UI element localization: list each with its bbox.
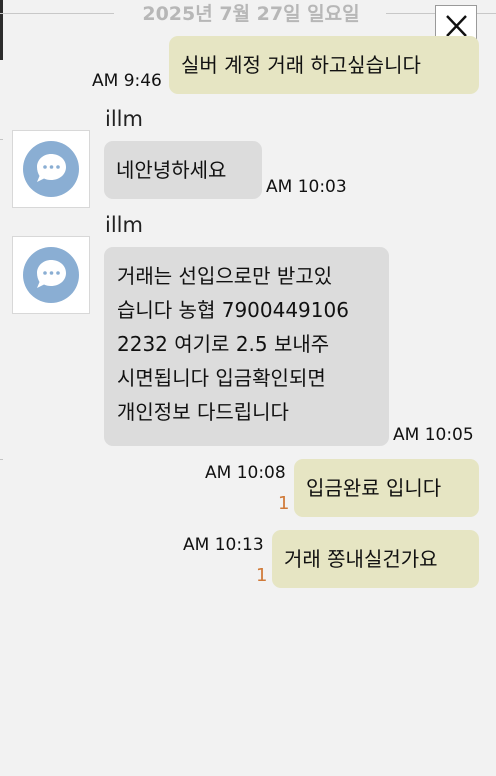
- message-timestamp: AM 9:46: [92, 71, 162, 91]
- left-edge-tick: [0, 459, 3, 460]
- left-edge-tick: [0, 139, 3, 140]
- message-text-line: 2232 여기로 2.5 보내주: [117, 332, 330, 356]
- message-bubble-outgoing[interactable]: 거래 쫑내실건가요: [272, 530, 479, 588]
- message-timestamp: AM 10:13: [183, 535, 264, 555]
- message-text-line: 시면됩니다 입금확인되면: [117, 366, 326, 390]
- sender-avatar[interactable]: [12, 236, 90, 314]
- message-text-line: 개인정보 다드립니다: [117, 400, 289, 424]
- sender-name: illm: [105, 213, 143, 237]
- unread-count: 1: [256, 565, 268, 586]
- message-timestamp: AM 10:08: [205, 463, 286, 483]
- date-divider-label: 2025년 7월 27일 일요일: [142, 3, 360, 25]
- message-text-line: 거래는 선입으로만 받고있: [117, 264, 333, 288]
- unread-count: 1: [278, 493, 290, 514]
- sender-name: illm: [105, 107, 143, 131]
- message-bubble-incoming[interactable]: 네안녕하세요: [104, 141, 262, 199]
- message-text: 거래 쫑내실건가요: [284, 547, 438, 571]
- message-bubble-incoming[interactable]: 거래는 선입으로만 받고있 습니다 농협 7900449106 2232 여기로…: [104, 247, 389, 446]
- speech-bubble-icon: [23, 141, 79, 197]
- sender-avatar[interactable]: [12, 130, 90, 208]
- speech-bubble-icon: [23, 247, 79, 303]
- message-bubble-outgoing[interactable]: 실버 계정 거래 하고싶습니다: [169, 36, 479, 94]
- message-timestamp: AM 10:05: [393, 425, 474, 445]
- chat-window: 2025년 7월 27일 일요일 실버 계정 거래 하고싶습니다 AM 9:46…: [0, 0, 496, 776]
- message-text: 네안녕하세요: [116, 158, 227, 182]
- message-timestamp: AM 10:03: [266, 177, 347, 197]
- message-text: 입금완료 입니다: [306, 476, 442, 500]
- message-text-line: 습니다 농협 7900449106: [117, 298, 349, 322]
- message-bubble-outgoing[interactable]: 입금완료 입니다: [294, 459, 479, 517]
- date-divider: 2025년 7월 27일 일요일: [0, 0, 496, 28]
- message-text: 실버 계정 거래 하고싶습니다: [181, 53, 421, 77]
